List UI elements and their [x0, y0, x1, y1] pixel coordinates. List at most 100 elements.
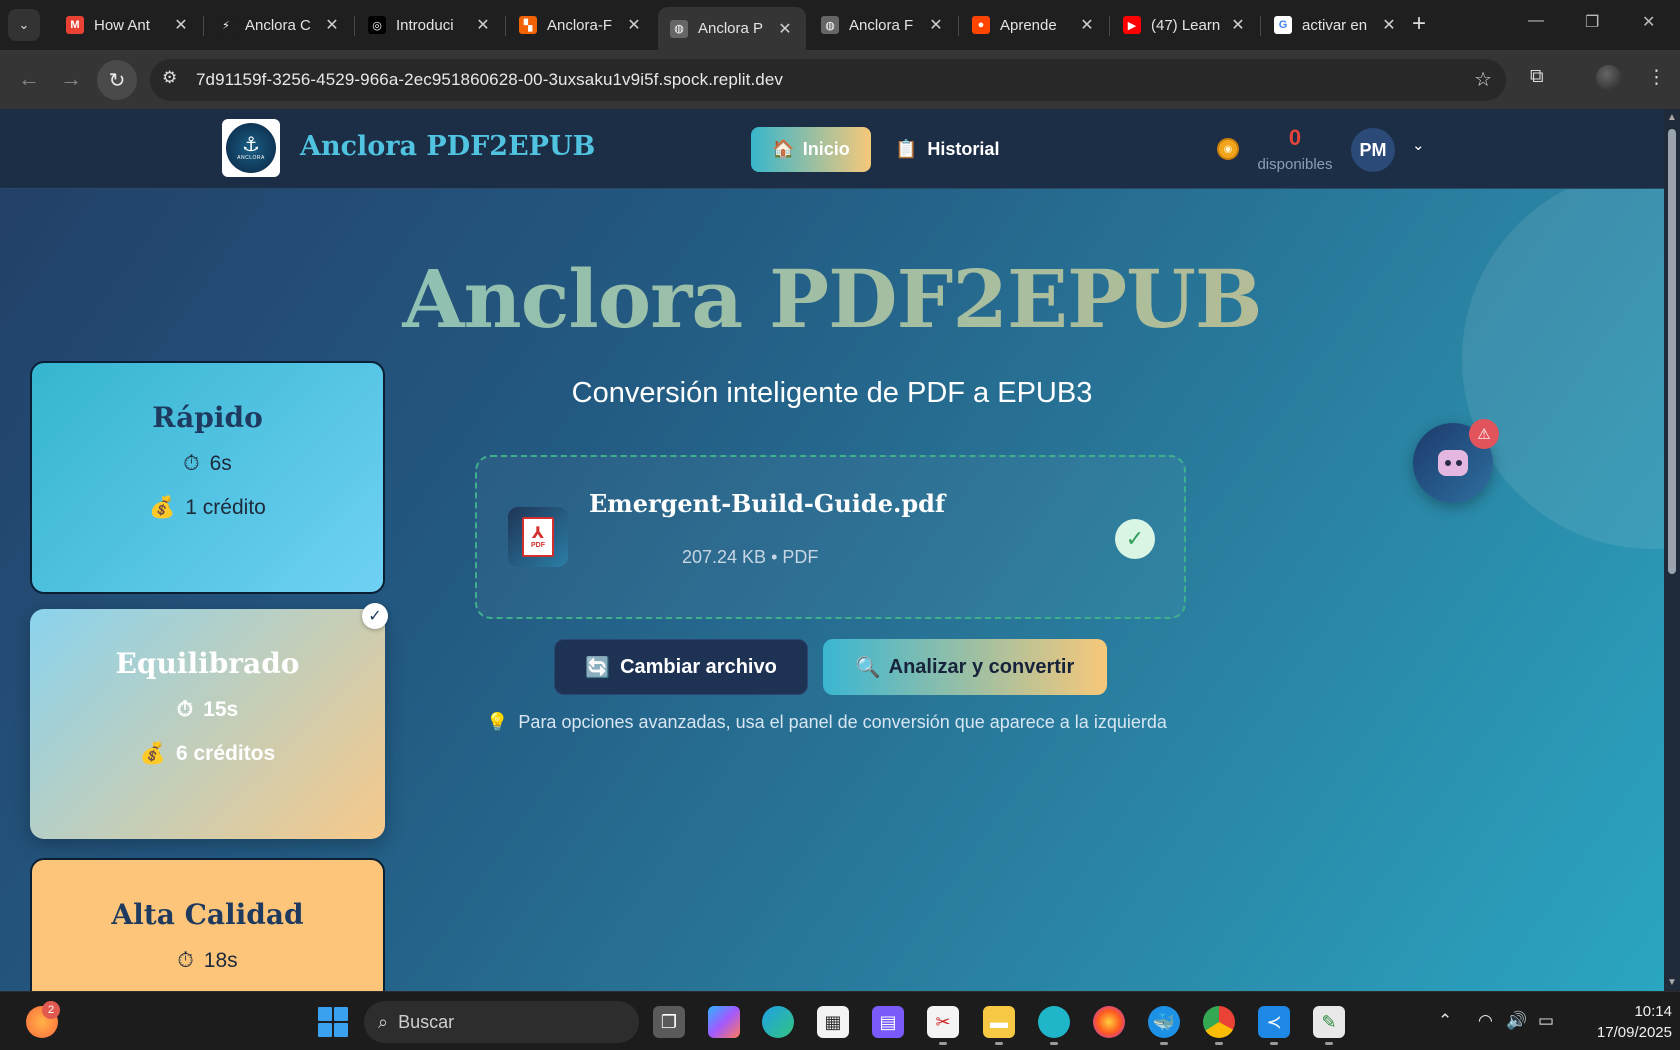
browser-tab[interactable]: ◍ Anclora P ✕: [658, 7, 806, 50]
firefox-icon[interactable]: [1093, 1006, 1125, 1038]
browser-tab[interactable]: ◍ Anclora F ✕: [809, 7, 957, 43]
extensions-icon[interactable]: ⧉: [1530, 66, 1544, 88]
browser-menu-icon[interactable]: ⋮: [1647, 66, 1666, 89]
tab-title: Anclora P: [698, 20, 764, 37]
network-app-icon[interactable]: [1038, 1006, 1070, 1038]
mode-time: 18s: [203, 949, 238, 972]
analyze-convert-button[interactable]: 🔍 Analizar y convertir: [823, 639, 1107, 695]
wifi-icon[interactable]: ◠: [1478, 1011, 1493, 1031]
tab-close-icon[interactable]: ✕: [927, 15, 945, 35]
decorative-circle: [1462, 169, 1664, 549]
tab-close-icon[interactable]: ✕: [172, 15, 190, 35]
tab-search-button[interactable]: ⌄: [8, 9, 40, 41]
calculator-icon[interactable]: ▤: [872, 1006, 904, 1038]
tab-title: Aprende: [1000, 16, 1057, 34]
vscode-icon[interactable]: ≺: [1258, 1006, 1290, 1038]
running-indicator: [939, 1042, 947, 1045]
file-explorer-icon[interactable]: ▬: [983, 1006, 1015, 1038]
restore-icon[interactable]: ❐: [1585, 12, 1599, 32]
coin-icon: ◉: [1217, 138, 1239, 160]
battery-icon[interactable]: ▭: [1538, 1011, 1554, 1031]
tab-close-icon[interactable]: ✕: [1078, 15, 1096, 35]
task-view-icon[interactable]: ❐: [653, 1006, 685, 1038]
mode-card-rapido[interactable]: Rápido ⏱ 6s 💰 1 crédito: [30, 361, 385, 594]
clipboard-icon: 📋: [895, 139, 918, 159]
search-icon: ⌕: [378, 1011, 389, 1032]
windows-start-button[interactable]: [318, 1007, 348, 1037]
clock-time: 10:14: [1634, 1003, 1672, 1020]
snipping-tool-icon[interactable]: ✂: [927, 1006, 959, 1038]
hero-title: Anclora PDF2EPUB: [0, 252, 1664, 346]
edge-icon[interactable]: [762, 1006, 794, 1038]
docker-icon[interactable]: 🐳: [1148, 1006, 1180, 1038]
stopwatch-icon: ⏱: [176, 698, 194, 721]
user-avatar[interactable]: PM: [1351, 128, 1395, 172]
new-tab-button[interactable]: +: [1412, 11, 1426, 37]
scroll-down-icon[interactable]: ▼: [1667, 977, 1677, 988]
advanced-options-tip: 💡 Para opciones avanzadas, usa el panel …: [486, 712, 1167, 733]
tab-close-icon[interactable]: ✕: [1380, 15, 1398, 35]
url-text[interactable]: 7d91159f-3256-4529-966a-2ec951860628-00-…: [196, 70, 783, 90]
scroll-thumb[interactable]: [1668, 129, 1676, 574]
mode-card-equilibrado[interactable]: Equilibrado ⏱ 15s 💰 6 créditos: [30, 609, 385, 839]
chrome-icon[interactable]: [1203, 1006, 1235, 1038]
store-icon[interactable]: ▦: [817, 1006, 849, 1038]
browser-tab[interactable]: Gactivar en ✕: [1262, 7, 1410, 43]
browser-tab[interactable]: ⚡ Anclora C ✕: [205, 7, 353, 43]
analyze-convert-label: Analizar y convertir: [888, 655, 1075, 678]
nav-inicio[interactable]: 🏠 Inicio: [751, 127, 871, 172]
tab-separator: [958, 16, 959, 36]
nav-historial-label: Historial: [927, 139, 1000, 159]
browser-tab[interactable]: ▚ Anclora-F ✕: [507, 7, 655, 43]
system-clock[interactable]: 10:14 17/09/2025: [1584, 1001, 1672, 1043]
tab-close-icon[interactable]: ✕: [323, 15, 341, 35]
file-meta: 207.24 KB • PDF: [682, 547, 819, 567]
tab-close-icon[interactable]: ✕: [625, 15, 643, 35]
close-window-icon[interactable]: ✕: [1642, 12, 1655, 32]
tab-separator: [1109, 16, 1110, 36]
volume-icon[interactable]: 🔊: [1506, 1011, 1527, 1031]
browser-tab[interactable]: ◎ Introduci ✕: [356, 7, 504, 43]
chevron-up-icon[interactable]: ⌃: [1438, 1011, 1452, 1031]
reload-button[interactable]: ↻: [97, 60, 137, 100]
tab-close-icon[interactable]: ✕: [776, 19, 794, 39]
tab-close-icon[interactable]: ✕: [474, 15, 492, 35]
mode-title: Alta Calidad: [111, 898, 304, 931]
profile-avatar[interactable]: [1596, 65, 1622, 91]
mode-time: 15s: [203, 698, 239, 721]
brand-name[interactable]: Anclora PDF2EPUB: [300, 131, 595, 162]
browser-tab-strip: ⌄ M How Ant ✕ ⚡ Anclora C ✕ ◎ Introduci ✕ ▚ Anclor…: [0, 0, 1680, 50]
tab-separator: [505, 16, 506, 36]
tab-favicon-icon: ●: [972, 16, 990, 34]
pdf-icon-label: PDF: [531, 541, 545, 549]
tab-title: activar en: [1302, 16, 1368, 34]
file-dropzone[interactable]: ⅄ PDF Emergent-Build-Guide.pdf 207.24 KB…: [475, 455, 1186, 619]
running-indicator: [995, 1042, 1003, 1045]
nav-historial[interactable]: 📋 Historial: [895, 127, 999, 172]
tab-favicon-icon: ▶: [1123, 16, 1141, 34]
browser-tab[interactable]: M How Ant ✕: [54, 7, 202, 43]
copilot-icon[interactable]: [708, 1006, 740, 1038]
app-logo[interactable]: ⚓ ANCLORA: [222, 119, 280, 177]
back-icon[interactable]: ←: [18, 66, 40, 92]
page-scrollbar[interactable]: ▲ ▼: [1664, 109, 1680, 991]
address-bar[interactable]: ⚙ 7d91159f-3256-4529-966a-2ec951860628-0…: [150, 59, 1506, 101]
mode-card-alta-calidad[interactable]: Alta Calidad ⏱ 18s: [30, 858, 385, 991]
scroll-up-icon[interactable]: ▲: [1667, 112, 1677, 123]
tab-close-icon[interactable]: ✕: [1229, 15, 1247, 35]
nav-inicio-label: Inicio: [802, 139, 850, 159]
change-file-button[interactable]: 🔄 Cambiar archivo: [554, 639, 808, 695]
notification-badge: 2: [42, 1001, 60, 1019]
browser-tab[interactable]: ▶ (47) Learn ✕: [1111, 7, 1259, 43]
site-settings-icon[interactable]: ⚙: [162, 68, 177, 88]
browser-tab[interactable]: ● Aprende ✕: [960, 7, 1108, 43]
tab-favicon-icon: ◎: [368, 16, 386, 34]
taskbar-search[interactable]: ⌕ Buscar: [364, 1001, 639, 1043]
notepad-icon[interactable]: ✎: [1313, 1006, 1345, 1038]
magnifier-icon: 🔍: [855, 656, 881, 679]
bookmark-star-icon[interactable]: ☆: [1474, 67, 1492, 92]
minimize-icon[interactable]: —: [1528, 12, 1544, 30]
forward-icon[interactable]: →: [60, 66, 82, 92]
running-indicator: [1050, 1042, 1058, 1045]
chevron-down-icon[interactable]: ⌄: [1412, 136, 1425, 154]
